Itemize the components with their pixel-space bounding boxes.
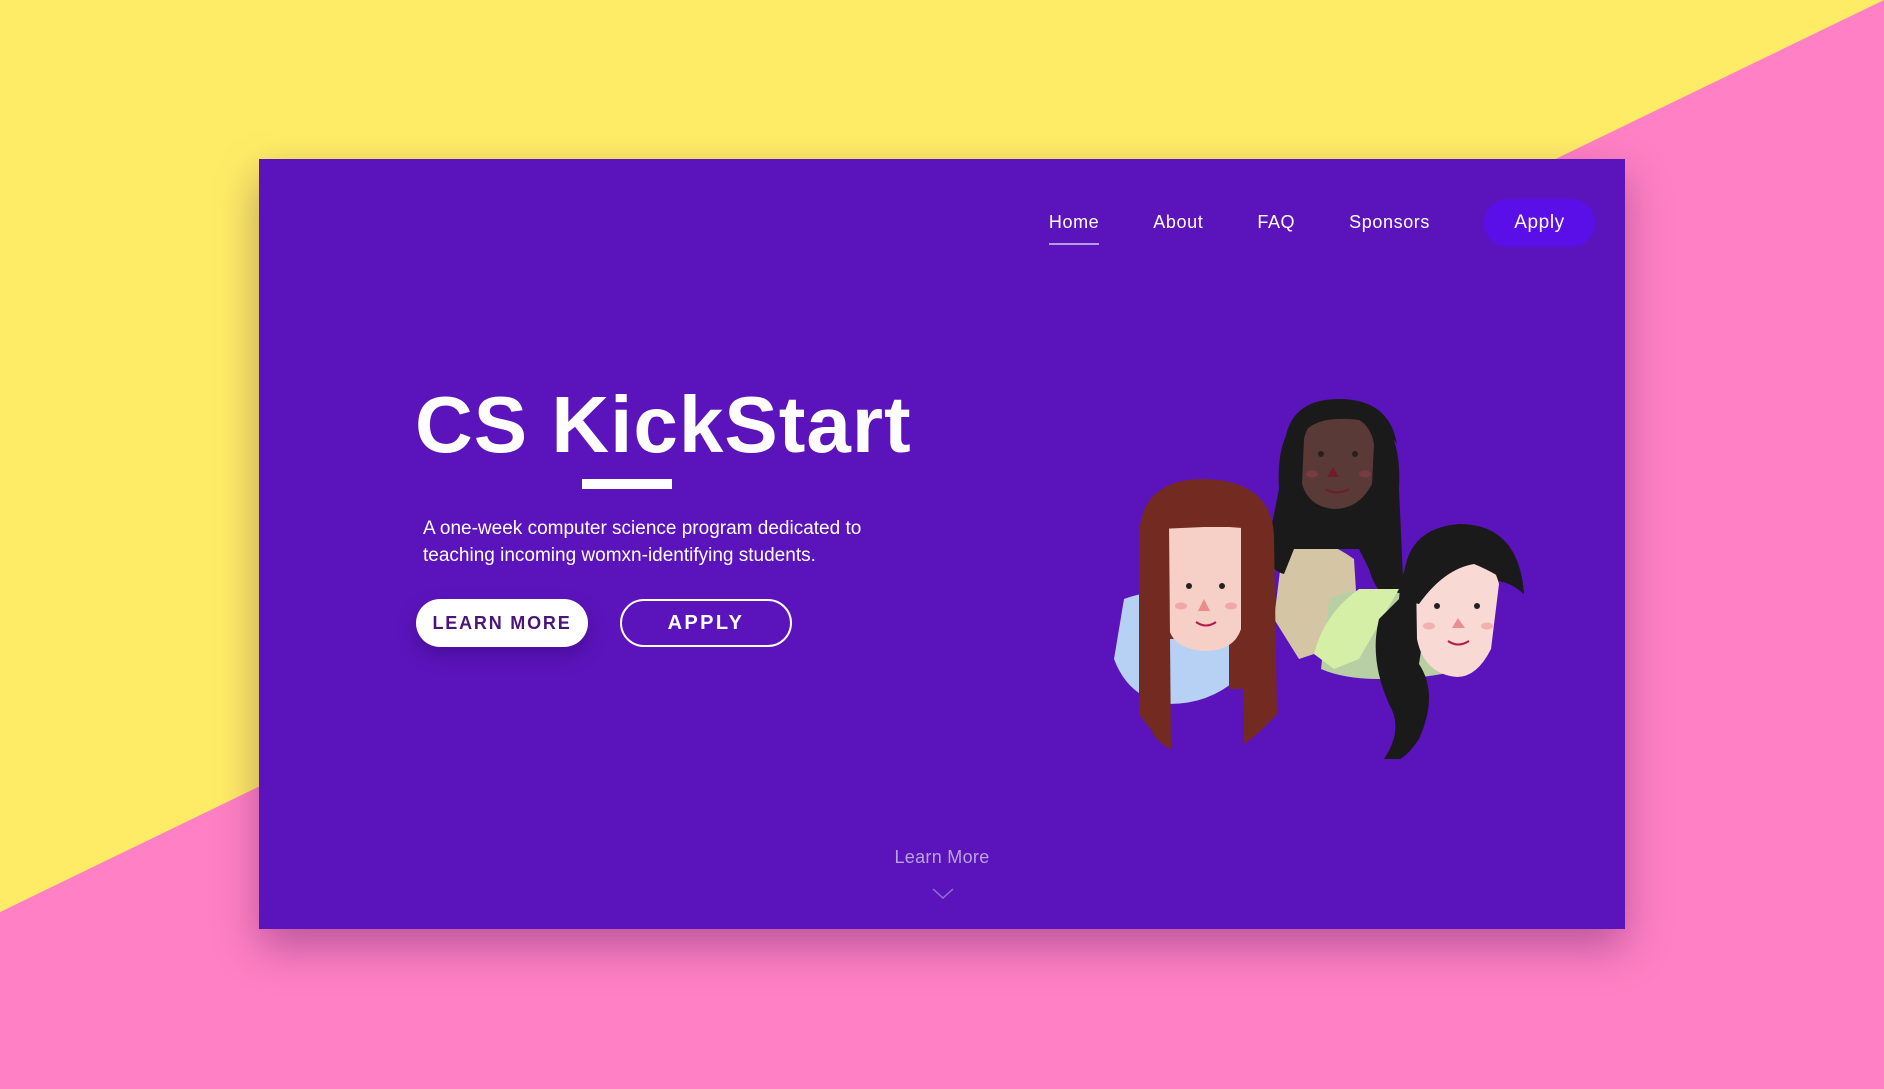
hero-title: CS KickStart — [415, 380, 912, 469]
apply-button[interactable]: APPLY — [620, 599, 792, 647]
woman-left-figure — [1114, 479, 1277, 749]
hero-description: A one-week computer science program dedi… — [423, 518, 862, 566]
learn-more-button[interactable]: LEARN MORE — [416, 599, 588, 647]
top-nav: Home About FAQ Sponsors Apply — [1048, 199, 1595, 247]
learn-more-scroll-link[interactable]: Learn More — [259, 847, 1625, 868]
nav-link-sponsors[interactable]: Sponsors — [1349, 212, 1430, 235]
nav-apply-button[interactable]: Apply — [1484, 199, 1595, 247]
three-women-illustration — [1114, 399, 1524, 759]
title-underline-divider — [582, 479, 672, 489]
nav-link-about[interactable]: About — [1153, 212, 1203, 235]
nav-link-home[interactable]: Home — [1048, 212, 1100, 245]
website-frame: Home About FAQ Sponsors Apply CS KickSta… — [259, 159, 1625, 929]
nav-link-faq[interactable]: FAQ — [1257, 212, 1295, 235]
chevron-down-icon[interactable] — [932, 888, 954, 900]
